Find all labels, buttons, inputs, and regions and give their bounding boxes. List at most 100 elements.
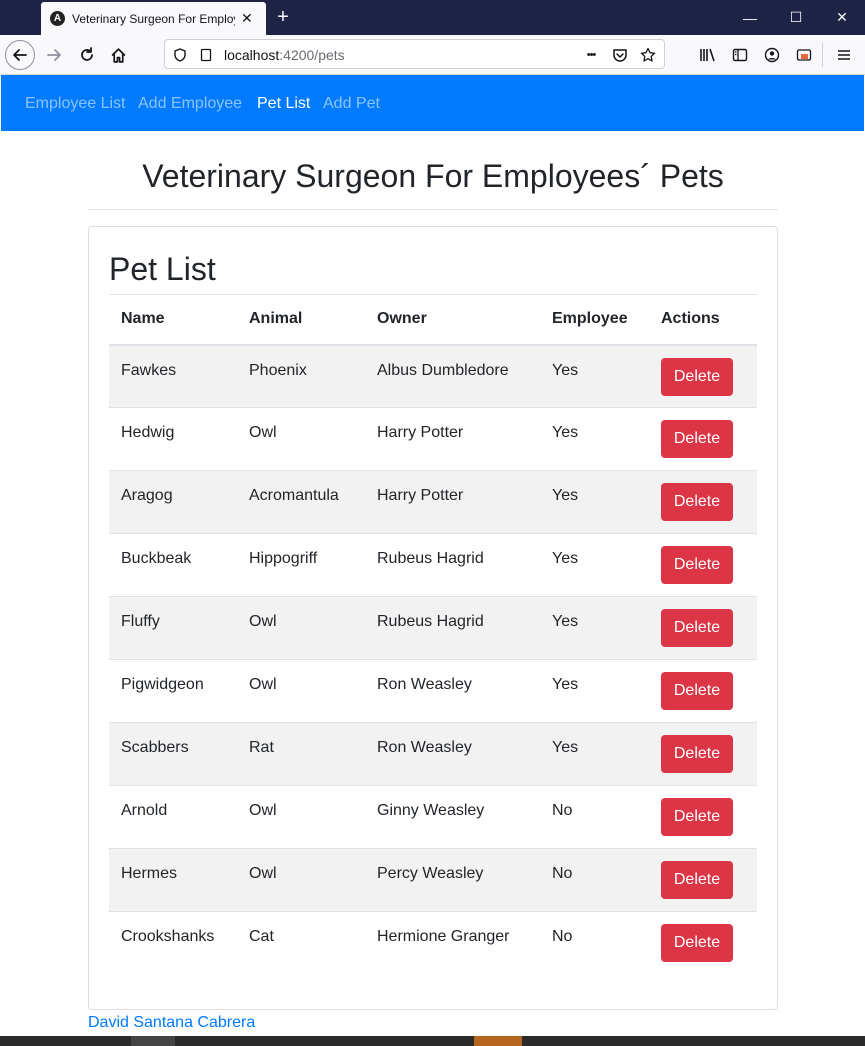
taskbar-item[interactable] <box>131 1036 175 1046</box>
header-name: Name <box>109 294 237 346</box>
delete-button[interactable]: Delete <box>661 483 733 521</box>
pet-owner-cell: Ron Weasley <box>365 722 540 786</box>
pet-owner-cell: Hermione Granger <box>365 911 540 975</box>
browser-titlebar: A Veterinary Surgeon For Employees´ Pets… <box>0 0 865 35</box>
table-row: Hedwig Owl Harry Potter Yes Delete <box>109 407 757 471</box>
url-text[interactable]: localhost:4200/pets <box>224 47 345 63</box>
back-button[interactable] <box>5 40 35 70</box>
delete-button[interactable]: Delete <box>661 735 733 773</box>
header-actions: Actions <box>649 294 757 346</box>
browser-toolbar: localhost:4200/pets ••• <box>0 35 865 75</box>
card-title: Pet List <box>109 251 216 287</box>
home-icon <box>111 47 125 63</box>
pet-actions-cell: Delete <box>649 344 757 408</box>
table-row: Pigwidgeon Owl Ron Weasley Yes Delete <box>109 659 757 723</box>
pet-animal-cell: Owl <box>237 785 365 849</box>
page-actions-icon[interactable]: ••• <box>581 45 601 65</box>
pet-name-cell: Pigwidgeon <box>109 659 237 723</box>
arrow-right-icon <box>47 49 61 61</box>
pet-employee-cell: No <box>540 911 649 975</box>
sidebar-button[interactable] <box>726 41 754 69</box>
pet-actions-cell: Delete <box>649 848 757 912</box>
table-header-row: Name Animal Owner Employee Actions <box>109 294 757 346</box>
minimize-button[interactable]: — <box>727 0 773 35</box>
close-tab-icon[interactable]: ✕ <box>241 10 253 27</box>
pet-owner-cell: Harry Potter <box>365 407 540 471</box>
nav-add-employee[interactable]: Add Employee <box>138 95 242 113</box>
pet-name-cell: Scabbers <box>109 722 237 786</box>
taskbar-item[interactable] <box>474 1036 522 1046</box>
author-link[interactable]: David Santana Cabrera <box>88 1014 255 1032</box>
table-row: Aragog Acromantula Harry Potter Yes Delete <box>109 470 757 534</box>
pet-actions-cell: Delete <box>649 596 757 660</box>
os-taskbar <box>0 1036 865 1046</box>
home-button[interactable] <box>104 41 132 69</box>
pet-actions-cell: Delete <box>649 659 757 723</box>
pet-animal-cell: Owl <box>237 596 365 660</box>
maximize-button[interactable]: ☐ <box>773 0 819 35</box>
account-button[interactable] <box>758 41 786 69</box>
pet-animal-cell: Hippogriff <box>237 533 365 597</box>
app-navbar: Employee List Add Employee Pet List Add … <box>1 75 864 131</box>
pet-name-cell: Aragog <box>109 470 237 534</box>
pet-actions-cell: Delete <box>649 470 757 534</box>
delete-button[interactable]: Delete <box>661 546 733 584</box>
nav-pet-list[interactable]: Pet List <box>257 95 310 113</box>
pet-name-cell: Hermes <box>109 848 237 912</box>
nav-employee-list[interactable]: Employee List <box>25 95 126 113</box>
pet-name-cell: Fluffy <box>109 596 237 660</box>
pet-employee-cell: Yes <box>540 470 649 534</box>
delete-button[interactable]: Delete <box>661 861 733 899</box>
browser-tab[interactable]: A Veterinary Surgeon For Employees´ Pets… <box>41 2 266 35</box>
pet-actions-cell: Delete <box>649 911 757 975</box>
pet-owner-cell: Rubeus Hagrid <box>365 533 540 597</box>
delete-button[interactable]: Delete <box>661 609 733 647</box>
pet-actions-cell: Delete <box>649 533 757 597</box>
pet-name-cell: Arnold <box>109 785 237 849</box>
delete-button[interactable]: Delete <box>661 357 733 396</box>
window-close-button[interactable]: ✕ <box>819 0 865 35</box>
table-row: Fluffy Owl Rubeus Hagrid Yes Delete <box>109 596 757 660</box>
table-row: Fawkes Phoenix Albus Dumbledore Yes Delete <box>109 344 757 408</box>
pet-name-cell: Buckbeak <box>109 533 237 597</box>
pet-employee-cell: Yes <box>540 722 649 786</box>
forward-button[interactable] <box>40 41 68 69</box>
pet-employee-cell: No <box>540 785 649 849</box>
reload-button[interactable] <box>73 41 101 69</box>
page-info-icon[interactable] <box>196 45 216 65</box>
pocket-icon[interactable] <box>610 45 630 65</box>
pet-owner-cell: Ginny Weasley <box>365 785 540 849</box>
sidebar-icon <box>732 48 748 62</box>
table-row: Buckbeak Hippogriff Rubeus Hagrid Yes Delete <box>109 533 757 597</box>
library-button[interactable] <box>694 41 722 69</box>
extension-button[interactable] <box>790 41 818 69</box>
pet-name-cell: Fawkes <box>109 344 237 408</box>
pet-animal-cell: Rat <box>237 722 365 786</box>
pet-owner-cell: Ron Weasley <box>365 659 540 723</box>
pet-animal-cell: Owl <box>237 848 365 912</box>
extension-icon <box>796 49 812 61</box>
pet-animal-cell: Phoenix <box>237 344 365 408</box>
bookmark-star-icon[interactable] <box>638 45 658 65</box>
pet-owner-cell: Rubeus Hagrid <box>365 596 540 660</box>
pet-animal-cell: Acromantula <box>237 470 365 534</box>
url-bar[interactable]: localhost:4200/pets ••• <box>164 39 665 69</box>
new-tab-button[interactable]: + <box>270 4 296 30</box>
table-row: Scabbers Rat Ron Weasley Yes Delete <box>109 722 757 786</box>
menu-button[interactable] <box>830 41 858 69</box>
delete-button[interactable]: Delete <box>661 672 733 710</box>
pet-owner-cell: Harry Potter <box>365 470 540 534</box>
reload-icon <box>81 47 93 61</box>
pet-employee-cell: Yes <box>540 659 649 723</box>
shield-icon[interactable] <box>170 45 190 65</box>
delete-button[interactable]: Delete <box>661 798 733 836</box>
delete-button[interactable]: Delete <box>661 420 733 458</box>
pet-employee-cell: Yes <box>540 344 649 408</box>
pet-animal-cell: Owl <box>237 659 365 723</box>
nav-add-pet[interactable]: Add Pet <box>323 95 380 113</box>
table-row: Hermes Owl Percy Weasley No Delete <box>109 848 757 912</box>
account-icon <box>764 47 780 63</box>
table-row: Crookshanks Cat Hermione Granger No Delete <box>109 911 757 975</box>
tab-title: Veterinary Surgeon For Employees´ Pets <box>72 11 235 26</box>
delete-button[interactable]: Delete <box>661 924 733 962</box>
